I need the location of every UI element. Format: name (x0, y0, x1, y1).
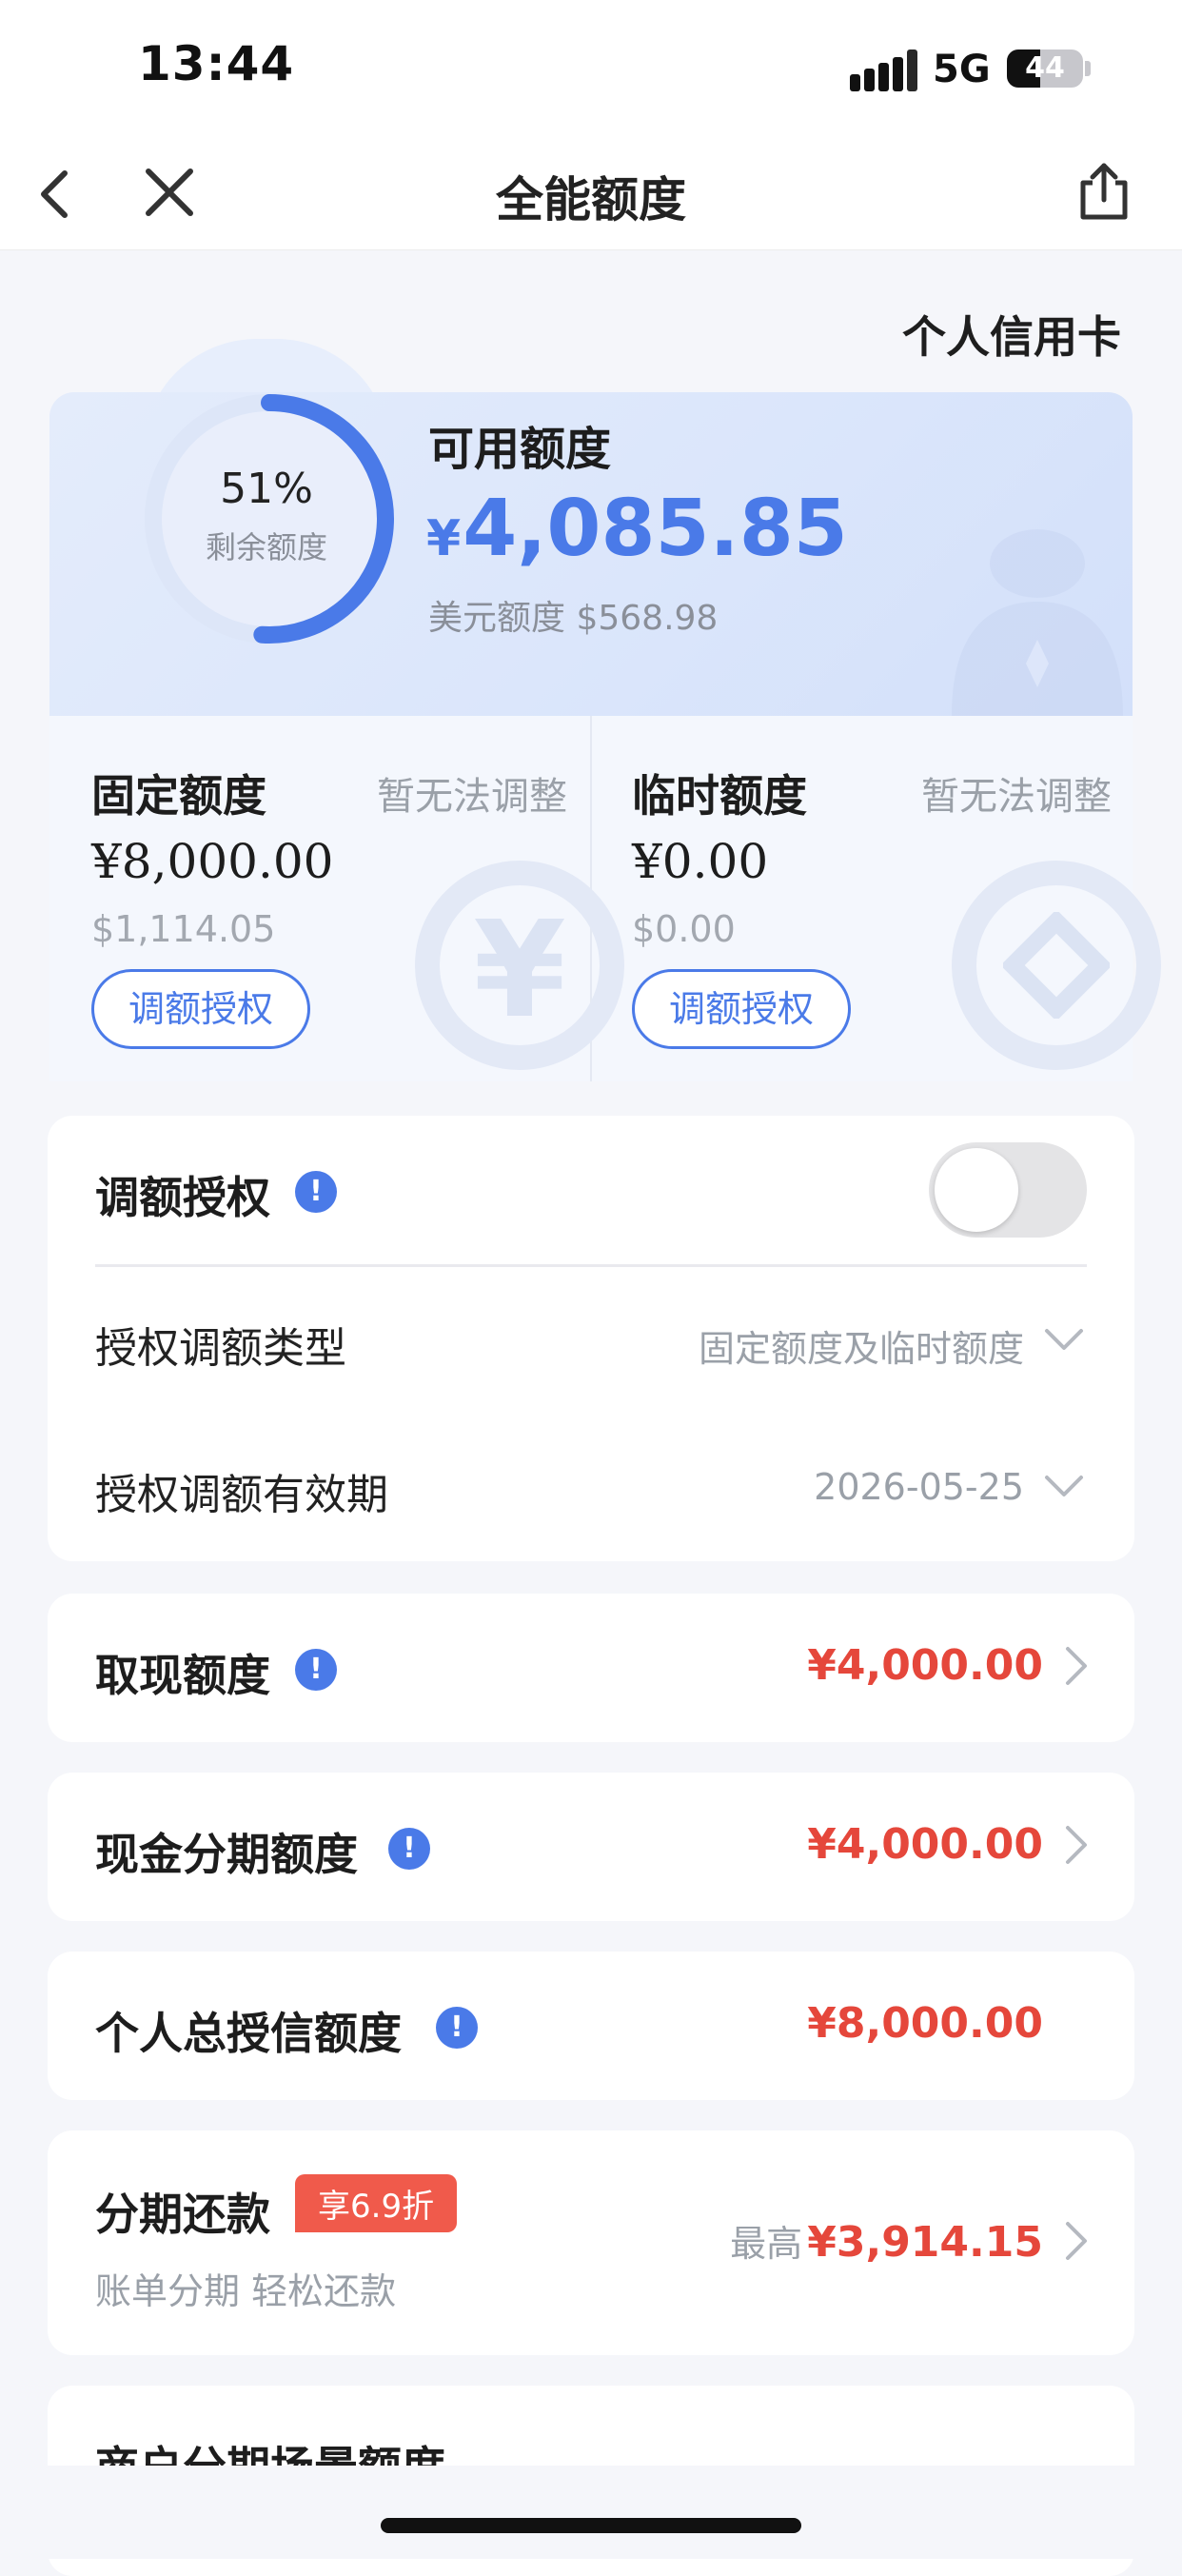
installment-value: ¥3,914.15 (807, 2218, 1043, 2267)
usd-amount: $568.98 (576, 599, 719, 638)
auth-type-value[interactable]: 固定额度及临时额度 (699, 1319, 1024, 1372)
page-title: 全能额度 (496, 172, 686, 228)
toggle-knob (935, 1148, 1018, 1232)
chevron-right-icon[interactable] (1062, 2220, 1089, 2262)
auth-period-value[interactable]: 2026-05-25 (814, 1466, 1024, 1508)
usd-credit-line: 美元额度 $568.98 (428, 590, 718, 640)
auth-period-label: 授权调额有效期 (95, 1471, 388, 1519)
chevron-right-icon[interactable] (1062, 1645, 1089, 1687)
cash-installment-title: 现金分期额度 (95, 1829, 358, 1880)
divider (95, 1264, 1087, 1267)
installment-subtitle: 账单分期 轻松还款 (95, 2270, 397, 2312)
chevron-down-icon[interactable] (1043, 1325, 1085, 1354)
cash-limit-value: ¥4,000.00 (807, 1641, 1043, 1690)
auth-toggle[interactable] (929, 1142, 1087, 1238)
info-icon[interactable]: ! (436, 2007, 478, 2049)
installment-prefix: 最高 (730, 2223, 803, 2265)
temp-limit-note: 暂无法调整 (921, 775, 1112, 819)
card-type-label: 个人信用卡 (902, 311, 1121, 363)
diamond-coin-icon (952, 861, 1161, 1070)
temp-limit-amount: ¥0.00 (632, 834, 769, 889)
cash-limit-title: 取现额度 (95, 1650, 270, 1701)
total-credit-value: ¥8,000.00 (807, 1999, 1043, 2048)
remaining-label: 剩余额度 (205, 529, 327, 565)
fixed-limit-amount: ¥8,000.00 (91, 834, 334, 889)
temp-limit-title: 临时额度 (632, 770, 807, 822)
usd-label: 美元额度 (428, 599, 566, 638)
cash-installment-value: ¥4,000.00 (807, 1820, 1043, 1869)
remaining-percent: 51% (220, 465, 313, 513)
temp-adjust-auth-button[interactable]: 调额授权 (632, 969, 851, 1049)
chevron-right-icon[interactable] (1062, 1824, 1089, 1866)
currency-symbol: ¥ (426, 510, 462, 567)
available-title: 可用额度 (428, 423, 612, 476)
available-amount-value: 4,085.85 (463, 484, 848, 574)
battery-cap (1085, 61, 1091, 76)
battery-text: 44 (1025, 51, 1065, 85)
fixed-limit-note: 暂无法调整 (377, 775, 567, 819)
installment-value-line: 最高 ¥3,914.15 (730, 2214, 1043, 2267)
auth-title: 调额授权 (95, 1172, 270, 1223)
signal-icon (850, 50, 917, 91)
temp-limit-usd: $0.00 (632, 908, 736, 950)
money-bag-icon (914, 497, 1133, 716)
info-icon[interactable]: ! (388, 1828, 430, 1870)
fixed-adjust-auth-button[interactable]: 调额授权 (91, 969, 310, 1049)
fixed-limit-title: 固定额度 (91, 770, 266, 822)
available-amount: ¥4,085.85 (426, 484, 848, 574)
discount-badge: 享6.9折 (295, 2174, 458, 2232)
battery-icon: 44 (1007, 50, 1083, 88)
chevron-down-icon[interactable] (1043, 1472, 1085, 1500)
info-icon[interactable]: ! (295, 1171, 337, 1213)
yen-coin-icon: ¥ (415, 861, 624, 1070)
remaining-ring-chart (145, 394, 394, 644)
installment-title: 分期还款 (95, 2189, 270, 2240)
share-icon[interactable] (1074, 158, 1134, 225)
network-type: 5G (933, 48, 991, 91)
bottom-safe-area (0, 2466, 1182, 2559)
info-icon[interactable]: ! (295, 1649, 337, 1691)
fixed-limit-usd: $1,114.05 (91, 908, 276, 950)
total-credit-title: 个人总授信额度 (95, 2008, 402, 2059)
status-time: 13:44 (138, 36, 295, 91)
auth-type-label: 授权调额类型 (95, 1324, 346, 1373)
home-indicator[interactable] (381, 2518, 801, 2533)
